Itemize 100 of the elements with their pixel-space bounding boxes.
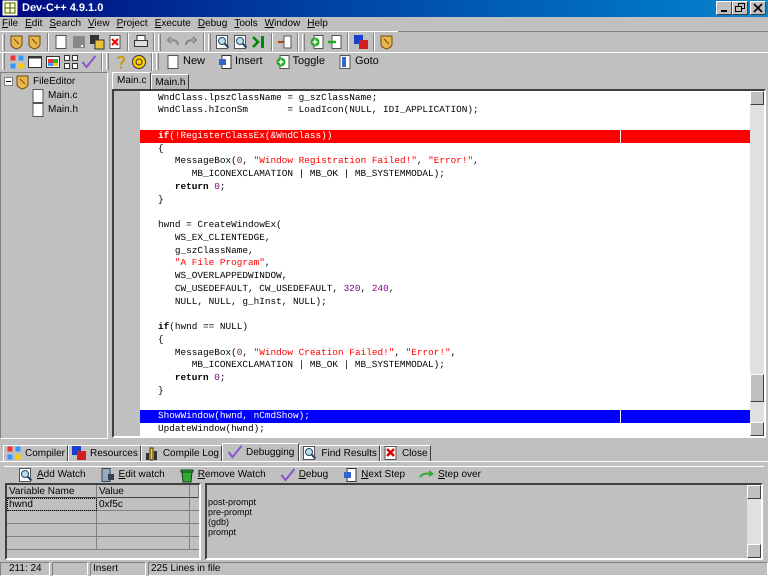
emblem-icon — [15, 74, 31, 90]
checkmark-icon — [280, 466, 296, 483]
close-icon — [752, 2, 764, 14]
code-line: WndClass.lpszClassName = g_szClassName; — [158, 92, 378, 104]
toolbar-button[interactable] — [308, 33, 326, 51]
toolbar-button[interactable]: Toggle — [272, 52, 328, 70]
toolbar-button[interactable]: Insert — [214, 52, 266, 70]
page-icon — [165, 54, 181, 70]
emblem-icon — [27, 34, 43, 50]
code-line: MessageBox(0, "Window Registration Failed!", "Error!", — [174, 155, 479, 168]
menu-item[interactable]: Tools — [234, 18, 258, 30]
coin-icon — [131, 54, 147, 70]
code-line: } — [158, 384, 164, 398]
menu-item[interactable]: Search — [49, 18, 82, 30]
grid-icon — [6, 445, 22, 461]
column-header[interactable]: Variable Name — [7, 485, 97, 498]
menu-item[interactable]: Project — [116, 18, 148, 30]
restore-button[interactable] — [732, 1, 748, 16]
tree-item[interactable]: FileEditor — [33, 74, 76, 89]
menu-item[interactable]: View — [88, 18, 110, 30]
tree-item[interactable]: Main.h — [48, 102, 78, 117]
scrollbar[interactable] — [747, 485, 761, 558]
menu-item[interactable]: Help — [307, 18, 328, 30]
panel-tab[interactable]: Close — [380, 444, 431, 460]
status-mode: Insert — [90, 562, 146, 576]
status-info: 225 Lines in file — [148, 562, 768, 576]
code-line: MB_ICONEXCLAMATION | MB_OK | MB_SYSTEMMODAL); — [190, 359, 445, 372]
output-line: prompt — [208, 527, 238, 537]
panel-tab[interactable]: Compile Log — [140, 444, 222, 460]
output-line: (gdb) — [208, 517, 230, 527]
menu-item[interactable]: File — [2, 18, 18, 30]
window-title: Dev-C++ 4.9.1.0 — [22, 1, 104, 16]
checkmark-icon — [81, 54, 97, 70]
panel-tab[interactable]: Debugging — [222, 442, 300, 460]
grid-icon — [63, 54, 79, 70]
scrollbar[interactable] — [750, 90, 764, 436]
code-line: NULL, NULL, g_hInst, NULL); — [174, 296, 327, 308]
minimize-icon — [721, 10, 727, 12]
file-icon — [30, 88, 46, 104]
printer-icon — [133, 34, 149, 50]
remove-page-icon — [327, 34, 343, 50]
debug-button[interactable]: Debug — [280, 466, 328, 483]
code-line: MessageBox(0, "Window Creation Failed!", "Error!", — [174, 346, 456, 360]
code-line: UpdateWindow(hwnd); — [158, 423, 265, 436]
table-cell: hwnd — [7, 498, 97, 511]
debug-button[interactable]: Next Step — [342, 466, 406, 483]
bookmark-icon — [336, 54, 353, 70]
minimize-button[interactable] — [716, 1, 732, 16]
file-icon — [30, 102, 46, 118]
code-line: WS_EX_CLIENTEDGE, — [174, 232, 271, 244]
toolbar-button[interactable] — [130, 52, 148, 70]
menu-item[interactable]: Execute — [154, 18, 191, 30]
code-line: hwnd = CreateWindowEx( — [158, 219, 282, 232]
toolbar-button[interactable] — [326, 33, 344, 51]
toolbar-button[interactable] — [214, 33, 232, 51]
menu-item[interactable]: Edit — [25, 18, 42, 30]
tree-item[interactable]: Main.c — [48, 88, 78, 103]
toolbar-button[interactable] — [88, 33, 106, 51]
code-line: WndClass.hIconSm = LoadIcon(NULL, IDI_APPLICATION); — [158, 104, 479, 117]
menu-item[interactable]: Window — [264, 18, 300, 30]
menu-item[interactable]: Debug — [198, 18, 228, 30]
code-line: "A File Program", — [174, 257, 271, 270]
indent-icon — [277, 34, 293, 50]
close-button[interactable] — [750, 1, 766, 16]
debug-button[interactable]: Remove Watch — [178, 466, 266, 483]
output-line: pre-prompt — [208, 507, 254, 517]
collapse-toggle[interactable] — [4, 77, 13, 86]
app-icon — [2, 0, 18, 16]
emblem-icon — [9, 34, 25, 50]
debug-button[interactable]: Step over — [419, 466, 481, 483]
toolbar-button[interactable]: New — [162, 52, 208, 70]
code-line: return 0; — [174, 180, 226, 194]
column-header[interactable]: Value — [97, 485, 190, 498]
goto-line-icon — [251, 34, 267, 50]
code-line: MB_ICONEXCLAMATION | MB_OK | MB_SYSTEMMODAL); — [190, 168, 445, 181]
page-icon — [53, 34, 69, 50]
debug-button[interactable]: Edit watch — [100, 466, 165, 483]
editor-tab[interactable]: Main.c — [112, 72, 152, 88]
floppy-stack-icon — [89, 34, 105, 50]
search-icon — [233, 34, 249, 50]
code-line: } — [158, 194, 164, 206]
status-panel — [52, 562, 88, 576]
toolbar-button[interactable] — [232, 33, 250, 51]
toolbar-button[interactable] — [62, 52, 80, 70]
close-file-icon — [107, 34, 123, 50]
code-line: g_szClassName, — [174, 244, 254, 258]
edit-icon — [100, 466, 116, 483]
grid-icon — [9, 54, 25, 70]
window-icon — [27, 54, 43, 70]
debug-button[interactable]: Add Watch — [18, 466, 86, 483]
panel-tab[interactable]: Find Results — [299, 444, 380, 460]
code-line: ShowWindow(hwnd, nCmdShow); — [158, 410, 310, 423]
checkmark-icon — [226, 444, 243, 460]
panel-tab[interactable]: Resources — [68, 444, 141, 460]
editor-tab[interactable]: Main.h — [151, 74, 190, 88]
panel-tab[interactable]: Compiler — [3, 444, 68, 460]
toolbar-button[interactable]: Goto — [334, 52, 382, 70]
output-line: post-prompt — [208, 497, 258, 507]
toolbar-button[interactable] — [276, 33, 294, 51]
window-icon — [217, 54, 234, 70]
